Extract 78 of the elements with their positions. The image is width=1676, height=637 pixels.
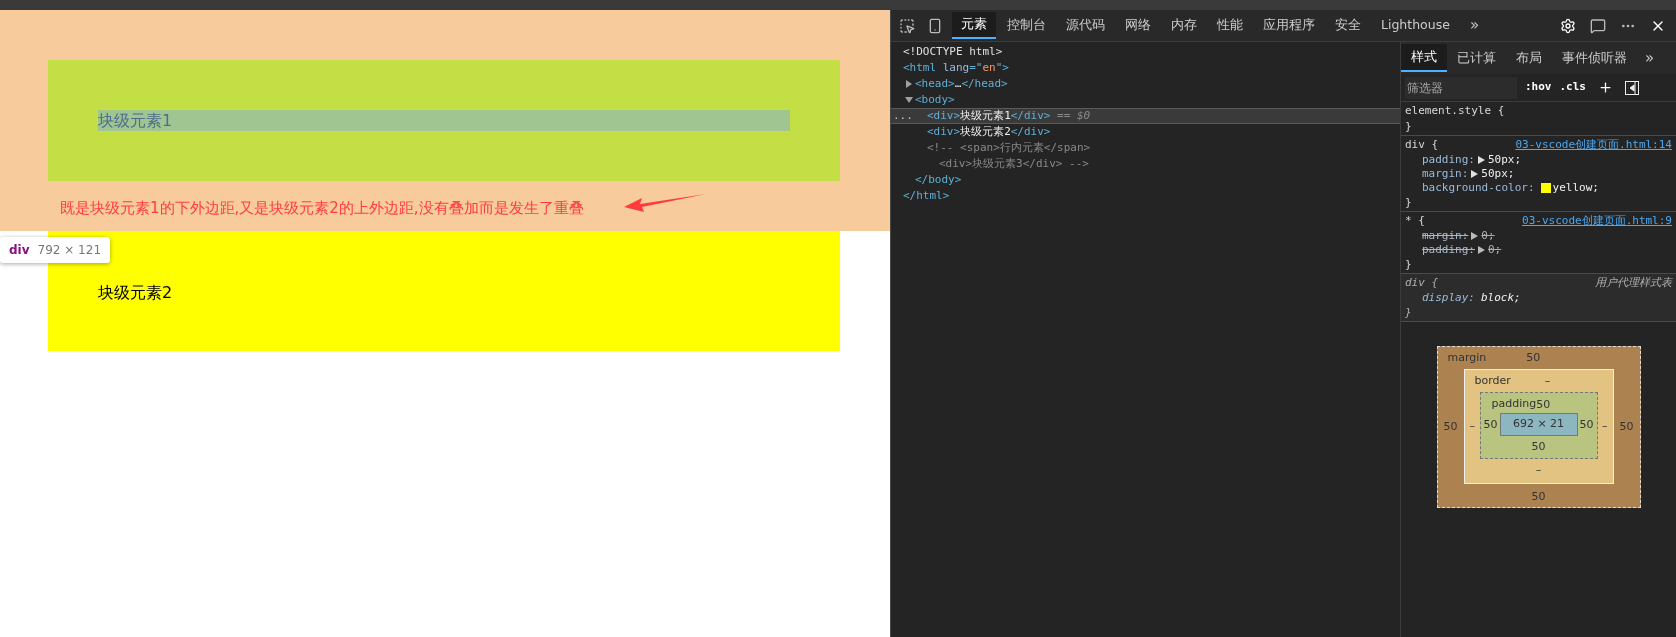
css-value[interactable]: yellow; bbox=[1552, 179, 1599, 197]
expand-triangle-icon[interactable] bbox=[1478, 156, 1485, 164]
devtools-tab[interactable]: 源代码 bbox=[1057, 12, 1114, 39]
styles-tab[interactable]: 事件侦听器 bbox=[1552, 44, 1637, 72]
sidebar-toggle-icon[interactable] bbox=[1625, 80, 1639, 95]
html-comment[interactable]: <!-- <span>行内元素</span> bbox=[927, 139, 1091, 157]
styles-tab[interactable]: 布局 bbox=[1506, 44, 1552, 72]
block-text: 块级元素1 bbox=[98, 110, 790, 131]
padding-value: 50 bbox=[1579, 419, 1594, 430]
source-link[interactable]: 03-vscode创建页面.html:9 bbox=[1522, 213, 1672, 230]
closing-brace: } bbox=[1405, 195, 1412, 209]
selector: div { bbox=[1405, 137, 1439, 154]
devtools-tab[interactable]: 网络 bbox=[1116, 12, 1160, 39]
inspect-icon[interactable] bbox=[899, 17, 915, 34]
devtools-tab[interactable]: 内存 bbox=[1162, 12, 1206, 39]
devtools-tab[interactable]: 应用程序 bbox=[1254, 12, 1324, 39]
selector: div { bbox=[1405, 275, 1439, 292]
box-label: margin bbox=[1447, 349, 1487, 366]
dom-row[interactable]: ... <div>块级元素1</div> == $0 bbox=[891, 108, 1400, 124]
stylesheet-source: 用户代理样式表 bbox=[1595, 275, 1672, 292]
padding-value: 50 bbox=[1483, 419, 1498, 430]
filter-field[interactable]: 筛选器 bbox=[1405, 76, 1517, 99]
box-label: border bbox=[1474, 372, 1511, 389]
dom-node[interactable]: <body> bbox=[915, 91, 955, 109]
closing-brace: } bbox=[1405, 305, 1412, 319]
closing-brace: } bbox=[1405, 119, 1412, 133]
margin-value: 50 bbox=[1619, 421, 1634, 432]
box-label: padding bbox=[1491, 395, 1537, 412]
border-value: – bbox=[1544, 373, 1551, 387]
selector: element.style { bbox=[1405, 103, 1505, 120]
selector: * { bbox=[1405, 213, 1425, 230]
margin-value: 50 bbox=[1526, 350, 1541, 364]
feedback-icon[interactable] bbox=[1590, 17, 1606, 34]
expand-triangle-icon[interactable] bbox=[1471, 170, 1479, 178]
dom-node[interactable]: <!DOCTYPE html> bbox=[903, 43, 1003, 61]
annotation-text: 既是块级元素1的下外边距,又是块级元素2的上外边距,没有叠加而是发生了重叠 bbox=[60, 198, 584, 219]
devtools-tab[interactable]: 性能 bbox=[1208, 12, 1252, 39]
closing-brace: } bbox=[1405, 257, 1412, 271]
expand-triangle-icon[interactable] bbox=[1478, 246, 1485, 254]
block-text: 块级元素2 bbox=[98, 283, 173, 302]
dom-node[interactable]: <div>块级元素2</div> bbox=[927, 123, 1051, 141]
css-property[interactable]: display: bbox=[1422, 289, 1475, 307]
cls-button[interactable]: .cls bbox=[1559, 79, 1586, 96]
dom-node[interactable]: <div>块级元素1</div> == $0 bbox=[927, 107, 1091, 125]
devtools-tab[interactable]: 控制台 bbox=[998, 12, 1055, 39]
settings-icon[interactable] bbox=[1560, 17, 1576, 34]
row-menu[interactable]: ... bbox=[893, 107, 913, 125]
dom-node[interactable]: <head>…</head> bbox=[915, 75, 1008, 93]
border-value: – bbox=[1535, 463, 1542, 475]
expanded-triangle-icon[interactable] bbox=[905, 96, 913, 104]
devtools-tab[interactable]: 元素 bbox=[952, 12, 996, 39]
source-link[interactable]: 03-vscode创建页面.html:14 bbox=[1515, 137, 1672, 154]
margin-value: 50 bbox=[1443, 421, 1458, 432]
color-swatch[interactable] bbox=[1540, 183, 1551, 193]
hov-button[interactable]: :hov bbox=[1525, 79, 1552, 96]
collapsed-triangle-icon[interactable] bbox=[905, 80, 913, 88]
margin-value: 50 bbox=[1531, 491, 1546, 502]
dom-node[interactable]: </html> bbox=[903, 187, 950, 205]
more-tabs-button[interactable]: » bbox=[1637, 46, 1663, 70]
expand-triangle-icon[interactable] bbox=[1471, 232, 1479, 240]
devtools-tab[interactable]: 安全 bbox=[1326, 12, 1370, 39]
padding-value: 50 bbox=[1536, 398, 1551, 410]
padding-value: 50 bbox=[1531, 440, 1546, 452]
box-model-content: 692 × 21 bbox=[1499, 413, 1578, 436]
border-value: – bbox=[1602, 420, 1608, 431]
more-tabs-button[interactable]: » bbox=[1459, 14, 1490, 37]
element-tooltip: div 792 × 121 bbox=[0, 237, 111, 263]
dom-row[interactable]: <div>块级元素2</div> bbox=[891, 124, 1400, 140]
styles-tab[interactable]: 已计算 bbox=[1447, 44, 1506, 72]
add-rule-icon[interactable] bbox=[1598, 80, 1613, 95]
dom-node[interactable]: </body> bbox=[915, 171, 962, 189]
devtools-tab[interactable]: Lighthouse bbox=[1372, 12, 1459, 39]
device-icon[interactable] bbox=[927, 17, 943, 34]
styles-tab[interactable]: 样式 bbox=[1401, 44, 1447, 72]
css-value[interactable]: block; bbox=[1481, 289, 1521, 307]
html-comment[interactable]: <div>块级元素3</div> --> bbox=[939, 155, 1089, 173]
dom-node[interactable]: <html lang="en"> bbox=[903, 59, 1009, 77]
border-value: – bbox=[1469, 420, 1475, 431]
